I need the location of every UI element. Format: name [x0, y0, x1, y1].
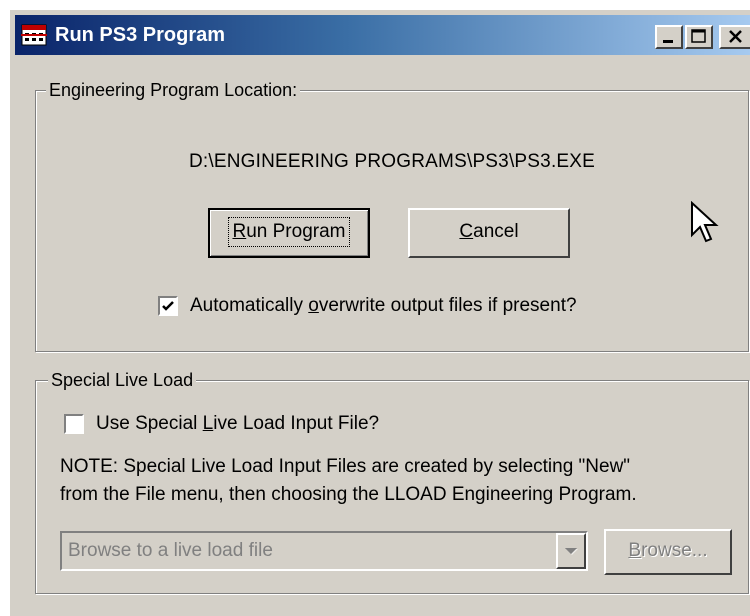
combo-placeholder: Browse to a live load file	[68, 540, 273, 561]
use-live-load-checkbox-label[interactable]: Use Special Live Load Input File?	[96, 412, 379, 436]
title-bar[interactable]: Run PS3 Program	[15, 15, 750, 55]
chevron-down-icon	[565, 548, 578, 555]
window-title: Run PS3 Program	[55, 24, 226, 46]
special-live-load-legend: Special Live Load	[48, 369, 197, 391]
program-path: D:\ENGINEERING PROGRAMS\PS3\PS3.EXE	[188, 151, 596, 172]
cancel-button[interactable]: Cancel	[408, 208, 570, 258]
run-ps3-dialog: Run PS3 Program Engineering Program Loca…	[10, 10, 750, 616]
minimize-button[interactable]	[655, 25, 683, 49]
maximize-icon	[691, 29, 706, 43]
run-program-label: Run Program	[228, 217, 350, 247]
overwrite-checkbox[interactable]	[158, 296, 178, 316]
checkmark-icon	[162, 301, 174, 311]
special-live-load-group: Special Live Load Use Special Live Load …	[35, 369, 750, 594]
live-load-file-combo[interactable]: Browse to a live load file	[60, 531, 588, 571]
program-location-group: Engineering Program Location: D:\ENGINEE…	[35, 79, 749, 352]
minimize-icon	[663, 40, 673, 43]
close-icon	[729, 30, 742, 43]
app-icon	[21, 24, 47, 46]
run-program-button[interactable]: Run Program	[208, 208, 370, 258]
live-load-note: NOTE: Special Live Load Input Files are …	[60, 453, 750, 509]
program-location-legend: Engineering Program Location:	[46, 79, 301, 101]
browse-button[interactable]: Browse...	[604, 529, 732, 575]
overwrite-checkbox-label[interactable]: Automatically overwrite output files if …	[190, 294, 577, 318]
note-line-2: from the File menu, then choosing the LL…	[60, 484, 637, 505]
mouse-cursor-icon	[691, 201, 719, 243]
close-button[interactable]	[719, 25, 750, 49]
combo-dropdown-button[interactable]	[556, 533, 586, 569]
browse-label: Browse...	[628, 540, 708, 561]
note-line-1: NOTE: Special Live Load Input Files are …	[60, 456, 631, 477]
cancel-label: Cancel	[459, 221, 519, 242]
use-live-load-checkbox[interactable]	[64, 414, 84, 434]
maximize-button[interactable]	[685, 25, 713, 49]
